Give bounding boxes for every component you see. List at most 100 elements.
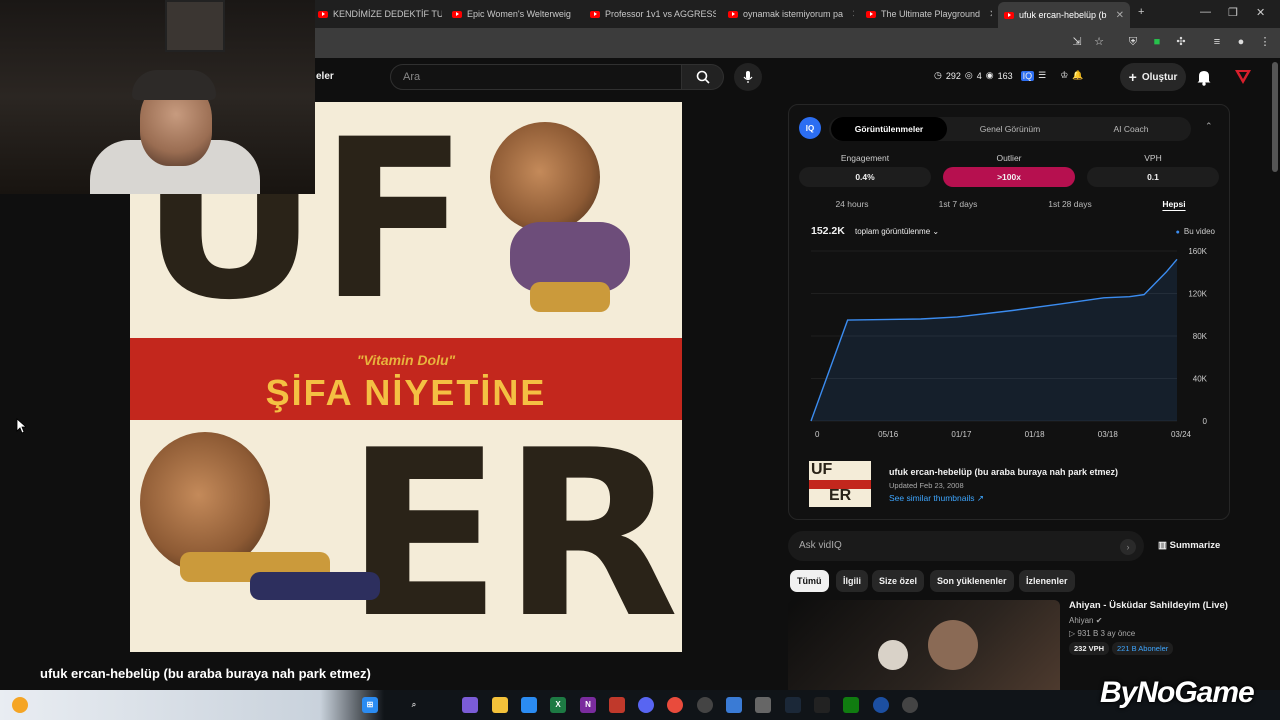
trophy-icon[interactable]: ♔ — [1060, 70, 1068, 81]
extension-green-icon[interactable]: ■ — [1150, 35, 1164, 49]
extensions-puzzle-icon[interactable]: ✣ — [1174, 35, 1188, 49]
windows-start-icon[interactable]: ⊞ — [362, 697, 378, 713]
webcam-overlay — [0, 0, 315, 194]
list-icon[interactable]: ☰ — [1038, 70, 1046, 81]
chip-watched[interactable]: İzlenenler — [1019, 570, 1075, 592]
chevron-down-icon: ⌄ — [932, 227, 940, 236]
copilot-icon[interactable] — [462, 697, 478, 713]
close-tab-icon[interactable]: ✕ — [1116, 10, 1124, 21]
close-tab-icon[interactable]: ✕ — [852, 9, 854, 20]
chip-recent[interactable]: Son yüklenenler — [930, 570, 1014, 592]
browser-tab[interactable]: KENDİMİZE DEDEKTİF TUT✕ — [312, 4, 442, 24]
chip-all[interactable]: Tümü — [790, 570, 829, 592]
recommended-video-thumbnail[interactable] — [788, 600, 1060, 690]
app-icon[interactable] — [609, 697, 625, 713]
vidiq-icon[interactable]: IQ — [1020, 70, 1035, 81]
stat-eye: 4 — [976, 70, 982, 81]
create-button[interactable]: + Oluştur — [1120, 63, 1186, 91]
tab-views[interactable]: Görüntülenmeler — [831, 117, 947, 141]
send-arrow-icon[interactable]: › — [1120, 539, 1136, 555]
youtube-icon — [318, 10, 328, 18]
install-icon[interactable]: ⇲ — [1070, 35, 1084, 49]
metric-vph-value: 0.1 — [1087, 167, 1219, 187]
chrome-icon[interactable] — [667, 697, 683, 713]
maximize-icon[interactable]: ❐ — [1228, 6, 1238, 19]
summarize-button[interactable]: ▥ Summarize — [1158, 540, 1220, 551]
microphone-icon — [743, 71, 753, 83]
profile-avatar-icon[interactable]: ● — [1234, 35, 1248, 49]
youtube-icon — [866, 10, 876, 18]
search-icon[interactable]: ⌕ — [406, 697, 422, 713]
channel-avatar[interactable] — [1234, 68, 1252, 86]
browser-tab[interactable]: Epic Women's Welterweig✕ — [446, 4, 578, 24]
browser-tab[interactable]: Professor 1v1 vs AGGRESS✕ — [584, 4, 716, 24]
file-explorer-icon[interactable] — [492, 697, 508, 713]
tab-overview[interactable]: Genel Görünüm — [951, 117, 1069, 141]
range-all[interactable]: Hepsi — [1129, 199, 1219, 209]
close-window-icon[interactable]: ✕ — [1256, 6, 1265, 19]
browser-tab[interactable]: The Ultimate Playground✕ — [860, 4, 992, 24]
x-tick-label: 03/24 — [1171, 430, 1192, 439]
app-icon[interactable] — [755, 697, 771, 713]
search-icon — [696, 70, 710, 84]
browser-tab-active[interactable]: ufuk ercan-hebelüp (b ✕ — [998, 2, 1130, 28]
metric-dropdown[interactable]: toplam görüntülenme ⌄ — [855, 227, 939, 236]
clock-icon: ◷ — [934, 70, 942, 80]
discord-icon[interactable] — [638, 697, 654, 713]
alert-icon[interactable]: 🔔 — [1072, 70, 1083, 81]
app-icon[interactable] — [697, 697, 713, 713]
y-tick-label: 40K — [1193, 375, 1208, 384]
xbox-icon[interactable] — [843, 697, 859, 713]
vidiq-logo: IQ — [799, 117, 821, 139]
weather-icon[interactable] — [12, 697, 28, 713]
stat-views: 163 — [997, 70, 1013, 81]
browser-tab[interactable]: oynamak istemiyorum pa✕ — [722, 4, 854, 24]
voice-search-button[interactable] — [734, 63, 762, 91]
y-tick-label: 80K — [1193, 332, 1208, 341]
shield-icon[interactable]: ⛨ — [1126, 35, 1140, 49]
range-first-28-days[interactable]: 1st 28 days — [1025, 199, 1115, 209]
nav-fragment: eler — [316, 71, 334, 82]
media-control-icon[interactable]: ≡ — [1210, 35, 1224, 49]
search-input[interactable]: Ara — [390, 64, 682, 90]
obs-icon[interactable] — [902, 697, 918, 713]
close-tab-icon[interactable]: ✕ — [989, 9, 992, 20]
recommended-video-title[interactable]: Ahiyan - Üsküdar Sahildeyim (Live) — [1069, 600, 1228, 611]
vidiq-panel: IQ Görüntülenmeler Genel Görünüm AI Coac… — [788, 104, 1230, 520]
card-updated-date: Updated Feb 23, 2008 — [889, 481, 964, 490]
metric-vph-label: VPH — [1144, 153, 1162, 163]
youtube-icon — [1004, 11, 1014, 19]
recommended-channel-name[interactable]: Ahiyan ✔ — [1069, 616, 1102, 625]
onenote-icon[interactable]: N — [580, 697, 596, 713]
calculator-icon[interactable] — [726, 697, 742, 713]
search-button[interactable] — [682, 64, 724, 90]
minimize-icon[interactable]: — — [1200, 6, 1211, 18]
video-thumbnail-small[interactable]: UF ER — [809, 461, 871, 507]
youtube-icon — [452, 10, 462, 18]
bookmark-star-icon[interactable]: ☆ — [1092, 35, 1106, 49]
cartoon-legs-top — [530, 282, 610, 312]
page-scrollbar[interactable] — [1272, 62, 1278, 172]
range-first-7-days[interactable]: 1st 7 days — [913, 199, 1003, 209]
notifications-bell-icon[interactable] — [1196, 68, 1212, 91]
subscribers-badge: 221 B Aboneler — [1112, 642, 1174, 655]
ask-vidiq-input[interactable]: Ask vidIQ — [788, 531, 1144, 561]
vidiq-stats-bar: ◷ 292 ◎ 4 ◉ 163 IQ ☰ ♔ 🔔 — [934, 70, 1084, 81]
epic-games-icon[interactable] — [814, 697, 830, 713]
similar-thumbnails-link[interactable]: See similar thumbnails ↗ — [889, 493, 984, 504]
chip-for-you[interactable]: Size özel — [872, 570, 925, 592]
ea-icon[interactable] — [873, 697, 889, 713]
book-icon: ▥ — [1158, 540, 1167, 551]
views-chart: 160K 120K 80K 40K 0 0 05/16 01/17 01/18 03/18 03/2… — [810, 247, 1208, 439]
range-24-hours[interactable]: 24 hours — [807, 199, 897, 209]
new-tab-icon[interactable]: + — [1138, 6, 1144, 18]
store-icon[interactable] — [521, 697, 537, 713]
collapse-chevron-icon[interactable]: ⌃ — [1205, 121, 1213, 132]
excel-icon[interactable]: X — [550, 697, 566, 713]
chip-related[interactable]: İlgili — [836, 570, 868, 592]
x-tick-label: 05/16 — [878, 430, 899, 439]
video-frame-letters-bottom: ER — [345, 402, 680, 652]
browser-menu-icon[interactable]: ⋮ — [1258, 35, 1272, 49]
steam-icon[interactable] — [785, 697, 801, 713]
tab-ai-coach[interactable]: AI Coach — [1073, 117, 1189, 141]
